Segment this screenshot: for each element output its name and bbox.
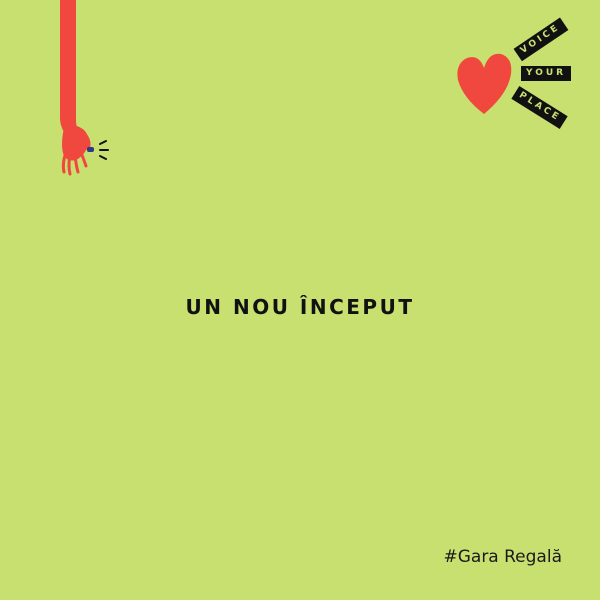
- logo-word-your: YOUR: [521, 66, 572, 81]
- hand-icon: [60, 0, 109, 176]
- logo-word-voice: VOICE: [513, 17, 569, 62]
- logo-word-place: PLACE: [511, 86, 568, 129]
- poster-canvas: VOICE YOUR PLACE UN NOU ÎNCEPUT #Gara Re…: [0, 0, 600, 600]
- headline: UN NOU ÎNCEPUT: [185, 295, 415, 319]
- heart-icon: [457, 53, 512, 114]
- voice-your-place-logo: VOICE YOUR PLACE: [455, 10, 590, 129]
- hashtag: #Gara Regală: [443, 547, 562, 567]
